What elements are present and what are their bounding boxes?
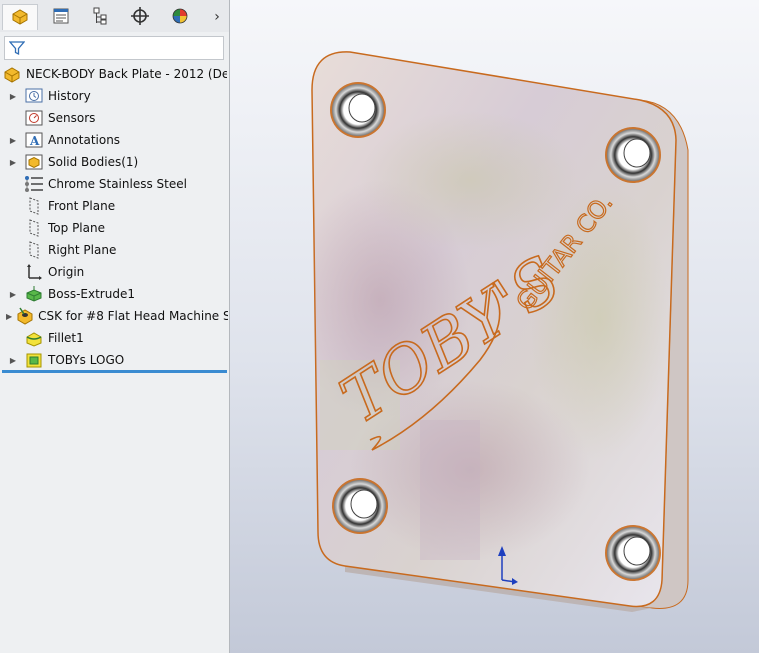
dimxpert-tab[interactable] — [122, 4, 158, 30]
tree-item-top-plane[interactable]: Top Plane — [6, 217, 228, 239]
configuration-manager-icon — [90, 6, 110, 29]
origin-icon — [24, 263, 44, 281]
tree-item-label: Sensors — [48, 111, 96, 125]
expand-arrow-icon[interactable]: ▶ — [6, 151, 20, 173]
mounting-hole-top-left[interactable] — [330, 82, 386, 138]
feature-manager-icon — [10, 6, 30, 29]
tree-item-label: TOBYs LOGO — [48, 353, 125, 367]
display-manager-icon — [170, 6, 190, 29]
filter-icon — [8, 40, 26, 59]
dimxpert-icon — [130, 6, 150, 29]
tree-root-part[interactable]: NECK-BODY Back Plate - 2012 (Default< — [3, 63, 227, 85]
plane-icon — [24, 197, 44, 215]
expand-arrow-icon[interactable]: ▶ — [6, 349, 20, 371]
manager-tabs: › — [0, 0, 229, 32]
plane-icon — [24, 241, 44, 259]
svg-text:A: A — [29, 134, 40, 148]
expand-arrow-icon[interactable]: ▶ — [6, 129, 20, 151]
configurationmanager-tab[interactable] — [82, 4, 118, 30]
sensors-icon — [24, 109, 44, 127]
property-manager-icon — [51, 6, 71, 29]
tree-item-origin[interactable]: Origin — [6, 261, 228, 283]
mounting-hole-bottom-right[interactable] — [605, 525, 661, 581]
mounting-hole-top-right[interactable] — [605, 127, 661, 183]
tree-item-front-plane[interactable]: Front Plane — [6, 195, 228, 217]
tree-item-right-plane[interactable]: Right Plane — [6, 239, 228, 261]
tree-item-label: History — [48, 89, 91, 103]
tree-item-label: Right Plane — [48, 243, 117, 257]
extrude-icon — [24, 285, 44, 303]
hole-wizard-icon — [16, 307, 34, 325]
tree-item-csk-for-8-flat-head-machine-screw[interactable]: ▶ CSK for #8 Flat Head Machine Screw — [6, 305, 228, 327]
tree-item-boss-extrude1[interactable]: ▶ Boss-Extrude1 — [6, 283, 228, 305]
expand-arrow-icon[interactable]: ▶ — [6, 85, 20, 107]
tree-item-solid-bodies-1[interactable]: ▶ Solid Bodies(1) — [6, 151, 228, 173]
tree-item-label: Fillet1 — [48, 331, 84, 345]
tabs-scroll-right-button[interactable]: › — [208, 4, 226, 30]
tree-item-label: Chrome Stainless Steel — [48, 177, 187, 191]
tree-item-fillet1[interactable]: Fillet1 — [6, 327, 228, 349]
fillet-icon — [24, 329, 44, 347]
tree-item-annotations[interactable]: ▶ A Annotations — [6, 129, 228, 151]
featuremanager-tab[interactable] — [2, 4, 38, 30]
tree-item-history[interactable]: ▶ History — [6, 85, 228, 107]
back-plate-model[interactable]: TOBY'S GUITAR CO. — [230, 0, 759, 653]
tree-item-chrome-stainless-steel[interactable]: Chrome Stainless Steel — [6, 173, 228, 195]
tree-item-label: Annotations — [48, 133, 121, 147]
tree-item-tobys-logo[interactable]: ▶ TOBYs LOGO — [6, 349, 228, 371]
tree-item-label: Boss-Extrude1 — [48, 287, 135, 301]
part-icon — [3, 65, 21, 83]
displaymanager-tab[interactable] — [162, 4, 198, 30]
propertymanager-tab[interactable] — [43, 4, 79, 30]
rollback-bar[interactable] — [2, 370, 227, 373]
annotations-icon: A — [24, 131, 44, 149]
solidworks-window: › NECK-BODY Back Plate - 2012 (Default< … — [0, 0, 759, 653]
chevron-right-icon: › — [214, 9, 220, 25]
mounting-hole-bottom-left[interactable] — [332, 478, 388, 534]
tree-item-sensors[interactable]: Sensors — [6, 107, 228, 129]
sketch-text-icon — [24, 351, 44, 369]
history-icon — [24, 87, 44, 105]
plane-icon — [24, 219, 44, 237]
tree-root-label: NECK-BODY Back Plate - 2012 (Default< — [26, 67, 227, 81]
tree-item-label: Origin — [48, 265, 85, 279]
tree-item-label: CSK for #8 Flat Head Machine Screw — [38, 309, 228, 323]
tree-item-label: Top Plane — [48, 221, 105, 235]
feature-filter-input[interactable] — [4, 36, 224, 60]
tree-item-label: Front Plane — [48, 199, 116, 213]
featuremanager-panel: › NECK-BODY Back Plate - 2012 (Default< … — [0, 0, 230, 653]
tree-item-label: Solid Bodies(1) — [48, 155, 139, 169]
solid-bodies-icon — [24, 153, 44, 171]
material-icon — [24, 175, 44, 193]
expand-arrow-icon[interactable]: ▶ — [6, 283, 20, 305]
graphics-area[interactable]: TOBY'S GUITAR CO. — [230, 0, 759, 653]
expand-arrow-icon[interactable]: ▶ — [6, 305, 12, 327]
